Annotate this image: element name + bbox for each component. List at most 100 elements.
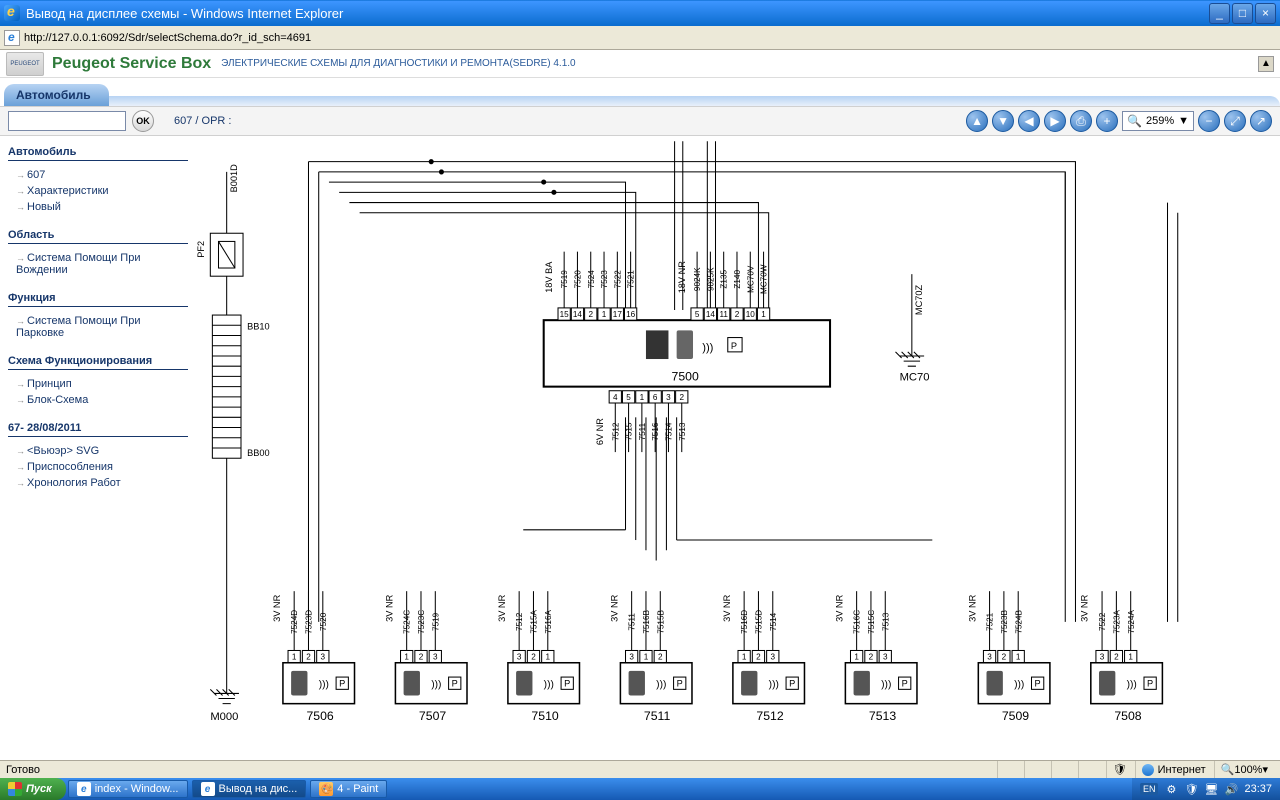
diagram-canvas[interactable]: ))) P <box>196 136 1280 760</box>
svg-text:3V NR: 3V NR <box>609 594 619 621</box>
svg-text:11: 11 <box>719 310 728 319</box>
svg-text:7507: 7507 <box>419 709 446 723</box>
svg-text:7521: 7521 <box>627 270 636 289</box>
svg-text:7512: 7512 <box>611 422 620 441</box>
app-header: PEUGEOT Peugeot Service Box ЭЛЕКТРИЧЕСКИ… <box>0 50 1280 78</box>
sidebar-item[interactable]: Система Помощи При Вождении <box>8 250 188 278</box>
print-button[interactable]: ⎙ <box>1070 110 1092 132</box>
sidebar-item[interactable]: Характеристики <box>8 183 188 199</box>
clock[interactable]: 23:37 <box>1244 783 1272 795</box>
svg-text:1: 1 <box>1128 653 1133 662</box>
sidebar-group-title: Функция <box>8 292 188 307</box>
svg-text:3V NR: 3V NR <box>272 594 282 621</box>
ok-button[interactable]: OK <box>132 110 154 132</box>
svg-text:7512: 7512 <box>515 612 524 631</box>
svg-text:7514: 7514 <box>665 422 674 441</box>
sidebar-group-title: 67- 28/08/2011 <box>8 422 188 437</box>
zoom-out-button[interactable]: − <box>1198 110 1220 132</box>
svg-text:2: 2 <box>588 310 593 319</box>
status-ready: Готово <box>6 764 40 776</box>
sidebar-item[interactable]: Принцип <box>8 376 188 392</box>
system-tray: EN ⚙ 🛡 🖥 🔊 23:37 <box>1132 778 1280 800</box>
sidebar-item[interactable]: <Вьюэр> SVG <box>8 443 188 459</box>
taskbar-button[interactable]: eindex - Window... <box>68 780 188 798</box>
tab-area: Автомобиль <box>0 78 1280 106</box>
status-security-icon: 🛡 <box>1106 761 1133 778</box>
svg-text:2: 2 <box>679 393 684 402</box>
app-brand: Peugeot Service Box <box>52 55 211 73</box>
taskbar-button[interactable]: 🎨4 - Paint <box>310 780 387 798</box>
svg-text:2: 2 <box>1002 653 1007 662</box>
svg-text:7516A: 7516A <box>544 609 553 633</box>
svg-text:2: 2 <box>306 653 311 662</box>
zoom-select[interactable]: 🔍 259% ▼ <box>1122 111 1194 131</box>
svg-text:3V NR: 3V NR <box>384 594 394 621</box>
svg-text:MC70: MC70 <box>900 372 930 384</box>
nav-up-button[interactable]: ▲ <box>966 110 988 132</box>
svg-text:2: 2 <box>419 653 424 662</box>
nav-left-button[interactable]: ◀ <box>1018 110 1040 132</box>
wiring-diagram-svg: ))) P <box>196 136 1280 760</box>
svg-text:2: 2 <box>735 310 740 319</box>
svg-text:7516: 7516 <box>651 422 660 441</box>
tray-icon[interactable]: 🖥 <box>1204 782 1218 796</box>
status-zoom[interactable]: 🔍 100% ▾ <box>1214 761 1274 778</box>
svg-text:))): ))) <box>702 342 713 354</box>
svg-text:3V NR: 3V NR <box>834 594 844 621</box>
svg-text:15: 15 <box>560 310 570 319</box>
sidebar-item[interactable]: 607 <box>8 167 188 183</box>
zoom-in-button[interactable]: + <box>1096 110 1118 132</box>
svg-text:3: 3 <box>321 653 326 662</box>
close-button[interactable]: × <box>1255 3 1276 24</box>
svg-text:3: 3 <box>629 653 634 662</box>
content-area: PEUGEOT Peugeot Service Box ЭЛЕКТРИЧЕСКИ… <box>0 50 1280 760</box>
svg-text:2: 2 <box>756 653 761 662</box>
maximize-button[interactable]: □ <box>1232 3 1253 24</box>
internet-icon <box>1142 764 1154 776</box>
tray-icon[interactable]: 🛡 <box>1184 782 1198 796</box>
language-indicator[interactable]: EN <box>1140 783 1159 795</box>
svg-text:3: 3 <box>987 653 992 662</box>
svg-text:BB00: BB00 <box>247 448 269 458</box>
taskbar-button[interactable]: eВывод на дис... <box>192 780 307 798</box>
svg-text:M000: M000 <box>210 711 238 723</box>
svg-text:6V NR: 6V NR <box>595 418 605 445</box>
start-button[interactable]: Пуск <box>0 778 66 800</box>
sidebar: Автомобиль 607 Характеристики Новый Обла… <box>0 136 196 760</box>
svg-text:1: 1 <box>546 653 551 662</box>
nav-down-button[interactable]: ▼ <box>992 110 1014 132</box>
nav-right-button[interactable]: ▶ <box>1044 110 1066 132</box>
sidebar-item[interactable]: Блок-Схема <box>8 392 188 408</box>
svg-text:7519: 7519 <box>560 270 569 289</box>
svg-text:Z140: Z140 <box>733 270 742 289</box>
url-text[interactable]: http://127.0.0.1:6092/Sdr/selectSchema.d… <box>24 32 311 44</box>
svg-text:7522: 7522 <box>613 270 622 289</box>
fit-button[interactable]: ⤢ <box>1224 110 1246 132</box>
ie-icon: e <box>201 782 215 796</box>
svg-text:3: 3 <box>770 653 775 662</box>
svg-text:2: 2 <box>1114 653 1119 662</box>
svg-text:7514: 7514 <box>769 612 778 631</box>
scroll-up-button[interactable]: ▲ <box>1258 56 1274 72</box>
expand-button[interactable]: ↗ <box>1250 110 1272 132</box>
svg-text:5: 5 <box>695 310 700 319</box>
svg-text:B001D: B001D <box>229 164 239 192</box>
minimize-button[interactable]: _ <box>1209 3 1230 24</box>
sidebar-item[interactable]: Приспособления <box>8 459 188 475</box>
zoom-arrow-icon: ▼ <box>1178 115 1189 127</box>
svg-text:7523A: 7523A <box>1112 609 1121 633</box>
sidebar-item[interactable]: Система Помощи При Парковке <box>8 313 188 341</box>
tray-icon[interactable]: 🔊 <box>1224 782 1238 796</box>
svg-text:1: 1 <box>404 653 409 662</box>
status-cell <box>1078 761 1103 778</box>
breadcrumb: 607 / OPR : <box>174 115 231 127</box>
status-cell <box>997 761 1022 778</box>
svg-text:7519: 7519 <box>431 612 440 631</box>
sidebar-item[interactable]: Новый <box>8 199 188 215</box>
tab-automobile[interactable]: Автомобиль <box>4 84 109 106</box>
svg-text:6: 6 <box>653 393 658 402</box>
sidebar-item[interactable]: Хронология Работ <box>8 475 188 491</box>
tray-icon[interactable]: ⚙ <box>1164 782 1178 796</box>
svg-text:7512: 7512 <box>756 709 783 723</box>
search-input[interactable] <box>8 111 126 131</box>
